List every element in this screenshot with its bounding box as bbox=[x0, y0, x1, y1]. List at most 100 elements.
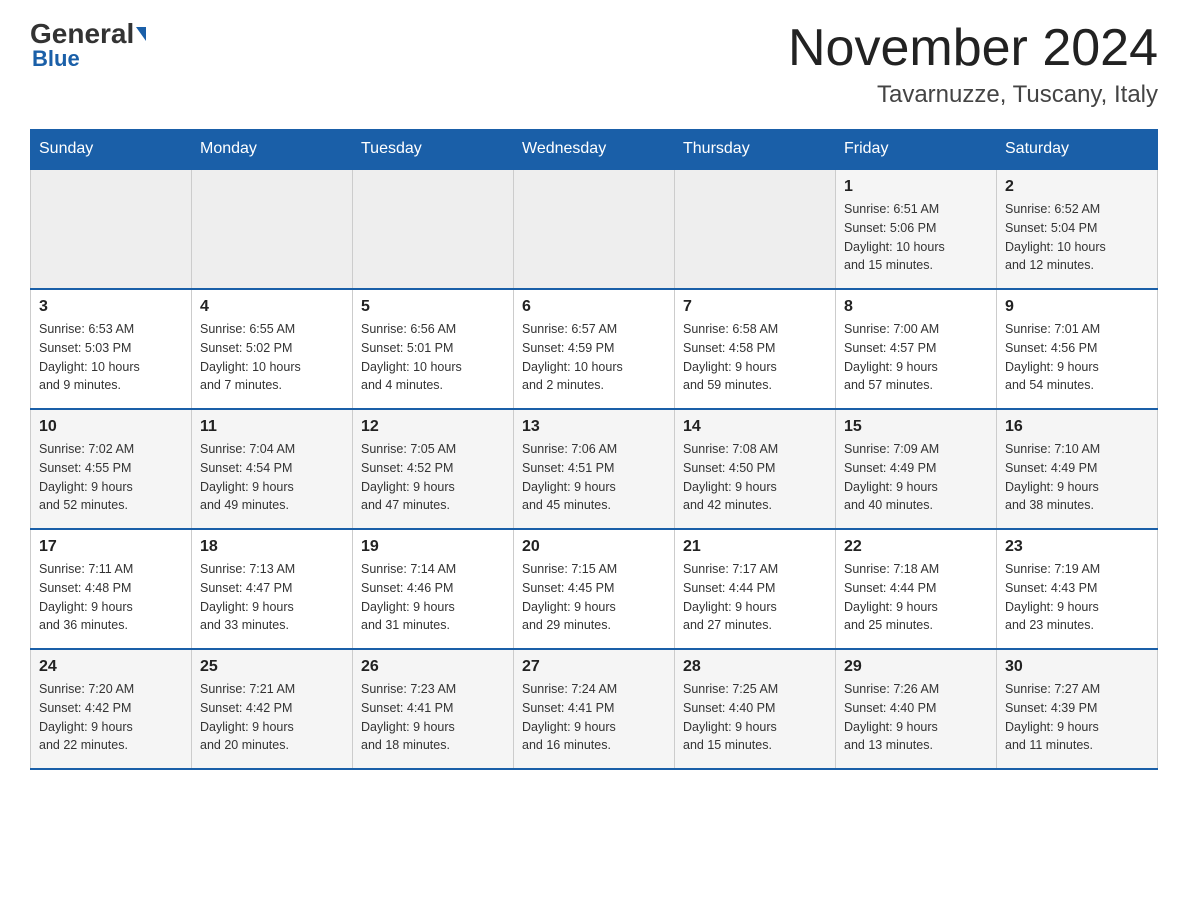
day-info: Sunrise: 7:02 AM Sunset: 4:55 PM Dayligh… bbox=[39, 440, 183, 515]
col-wednesday: Wednesday bbox=[514, 130, 675, 170]
day-number: 26 bbox=[361, 658, 505, 676]
day-info: Sunrise: 7:10 AM Sunset: 4:49 PM Dayligh… bbox=[1005, 440, 1149, 515]
day-info: Sunrise: 6:57 AM Sunset: 4:59 PM Dayligh… bbox=[522, 320, 666, 395]
day-info: Sunrise: 6:53 AM Sunset: 5:03 PM Dayligh… bbox=[39, 320, 183, 395]
calendar-cell: 25 Sunrise: 7:21 AM Sunset: 4:42 PM Dayli… bbox=[192, 649, 353, 769]
day-info: Sunrise: 7:19 AM Sunset: 4:43 PM Dayligh… bbox=[1005, 560, 1149, 635]
day-number: 1 bbox=[844, 178, 988, 196]
day-number: 12 bbox=[361, 418, 505, 436]
calendar-title: November 2024 bbox=[788, 20, 1158, 77]
calendar-week-row: 10 Sunrise: 7:02 AM Sunset: 4:55 PM Dayli… bbox=[31, 409, 1158, 529]
day-info: Sunrise: 7:26 AM Sunset: 4:40 PM Dayligh… bbox=[844, 680, 988, 755]
col-saturday: Saturday bbox=[997, 130, 1158, 170]
page-header: General Blue November 2024 Tavarnuzze, T… bbox=[30, 20, 1158, 109]
col-tuesday: Tuesday bbox=[353, 130, 514, 170]
day-number: 10 bbox=[39, 418, 183, 436]
col-thursday: Thursday bbox=[675, 130, 836, 170]
day-number: 17 bbox=[39, 538, 183, 556]
calendar-table: Sunday Monday Tuesday Wednesday Thursday… bbox=[30, 129, 1158, 770]
day-info: Sunrise: 7:04 AM Sunset: 4:54 PM Dayligh… bbox=[200, 440, 344, 515]
day-number: 8 bbox=[844, 298, 988, 316]
day-info: Sunrise: 7:11 AM Sunset: 4:48 PM Dayligh… bbox=[39, 560, 183, 635]
day-info: Sunrise: 6:56 AM Sunset: 5:01 PM Dayligh… bbox=[361, 320, 505, 395]
day-number: 16 bbox=[1005, 418, 1149, 436]
day-number: 19 bbox=[361, 538, 505, 556]
day-info: Sunrise: 6:58 AM Sunset: 4:58 PM Dayligh… bbox=[683, 320, 827, 395]
calendar-cell: 3Sunrise: 6:53 AM Sunset: 5:03 PM Daylig… bbox=[31, 289, 192, 409]
day-number: 21 bbox=[683, 538, 827, 556]
day-info: Sunrise: 7:09 AM Sunset: 4:49 PM Dayligh… bbox=[844, 440, 988, 515]
day-number: 29 bbox=[844, 658, 988, 676]
calendar-cell: 18 Sunrise: 7:13 AM Sunset: 4:47 PM Dayli… bbox=[192, 529, 353, 649]
calendar-cell: 4 Sunrise: 6:55 AM Sunset: 5:02 PM Daylig… bbox=[192, 289, 353, 409]
calendar-cell: 2 Sunrise: 6:52 AM Sunset: 5:04 PM Daylig… bbox=[997, 169, 1158, 289]
calendar-cell: 7 Sunrise: 6:58 AM Sunset: 4:58 PM Daylig… bbox=[675, 289, 836, 409]
day-info: Sunrise: 6:52 AM Sunset: 5:04 PM Dayligh… bbox=[1005, 200, 1149, 275]
day-number: 30 bbox=[1005, 658, 1149, 676]
calendar-cell: 24 Sunrise: 7:20 AM Sunset: 4:42 PM Dayli… bbox=[31, 649, 192, 769]
day-number: 2 bbox=[1005, 178, 1149, 196]
calendar-cell: 19Sunrise: 7:14 AM Sunset: 4:46 PM Dayli… bbox=[353, 529, 514, 649]
calendar-cell: 29 Sunrise: 7:26 AM Sunset: 4:40 PM Dayli… bbox=[836, 649, 997, 769]
calendar-cell: 30 Sunrise: 7:27 AM Sunset: 4:39 PM Dayli… bbox=[997, 649, 1158, 769]
calendar-cell: 12 Sunrise: 7:05 AM Sunset: 4:52 PM Dayli… bbox=[353, 409, 514, 529]
day-info: Sunrise: 7:05 AM Sunset: 4:52 PM Dayligh… bbox=[361, 440, 505, 515]
calendar-cell bbox=[353, 169, 514, 289]
calendar-subtitle: Tavarnuzze, Tuscany, Italy bbox=[788, 81, 1158, 109]
day-info: Sunrise: 7:25 AM Sunset: 4:40 PM Dayligh… bbox=[683, 680, 827, 755]
day-number: 7 bbox=[683, 298, 827, 316]
day-info: Sunrise: 7:13 AM Sunset: 4:47 PM Dayligh… bbox=[200, 560, 344, 635]
day-number: 24 bbox=[39, 658, 183, 676]
day-number: 13 bbox=[522, 418, 666, 436]
day-info: Sunrise: 7:24 AM Sunset: 4:41 PM Dayligh… bbox=[522, 680, 666, 755]
title-section: November 2024 Tavarnuzze, Tuscany, Italy bbox=[788, 20, 1158, 109]
calendar-cell: 5Sunrise: 6:56 AM Sunset: 5:01 PM Daylig… bbox=[353, 289, 514, 409]
calendar-cell: 10 Sunrise: 7:02 AM Sunset: 4:55 PM Dayli… bbox=[31, 409, 192, 529]
calendar-week-row: 24 Sunrise: 7:20 AM Sunset: 4:42 PM Dayli… bbox=[31, 649, 1158, 769]
day-info: Sunrise: 7:20 AM Sunset: 4:42 PM Dayligh… bbox=[39, 680, 183, 755]
calendar-cell: 17 Sunrise: 7:11 AM Sunset: 4:48 PM Dayli… bbox=[31, 529, 192, 649]
day-number: 6 bbox=[522, 298, 666, 316]
day-number: 22 bbox=[844, 538, 988, 556]
day-info: Sunrise: 7:00 AM Sunset: 4:57 PM Dayligh… bbox=[844, 320, 988, 395]
day-info: Sunrise: 6:51 AM Sunset: 5:06 PM Dayligh… bbox=[844, 200, 988, 275]
calendar-cell: 16 Sunrise: 7:10 AM Sunset: 4:49 PM Dayli… bbox=[997, 409, 1158, 529]
day-info: Sunrise: 6:55 AM Sunset: 5:02 PM Dayligh… bbox=[200, 320, 344, 395]
logo-general: General bbox=[30, 20, 146, 48]
calendar-header-row: Sunday Monday Tuesday Wednesday Thursday… bbox=[31, 130, 1158, 170]
calendar-cell bbox=[514, 169, 675, 289]
day-number: 15 bbox=[844, 418, 988, 436]
day-info: Sunrise: 7:08 AM Sunset: 4:50 PM Dayligh… bbox=[683, 440, 827, 515]
day-number: 9 bbox=[1005, 298, 1149, 316]
calendar-week-row: 3Sunrise: 6:53 AM Sunset: 5:03 PM Daylig… bbox=[31, 289, 1158, 409]
calendar-cell: 23Sunrise: 7:19 AM Sunset: 4:43 PM Dayli… bbox=[997, 529, 1158, 649]
day-number: 4 bbox=[200, 298, 344, 316]
day-number: 28 bbox=[683, 658, 827, 676]
calendar-week-row: 1 Sunrise: 6:51 AM Sunset: 5:06 PM Daylig… bbox=[31, 169, 1158, 289]
day-info: Sunrise: 7:06 AM Sunset: 4:51 PM Dayligh… bbox=[522, 440, 666, 515]
logo-arrow-icon bbox=[134, 20, 146, 48]
calendar-cell: 11 Sunrise: 7:04 AM Sunset: 4:54 PM Dayli… bbox=[192, 409, 353, 529]
day-info: Sunrise: 7:23 AM Sunset: 4:41 PM Dayligh… bbox=[361, 680, 505, 755]
day-info: Sunrise: 7:17 AM Sunset: 4:44 PM Dayligh… bbox=[683, 560, 827, 635]
calendar-cell: 20Sunrise: 7:15 AM Sunset: 4:45 PM Dayli… bbox=[514, 529, 675, 649]
day-number: 11 bbox=[200, 418, 344, 436]
col-sunday: Sunday bbox=[31, 130, 192, 170]
calendar-cell: 14 Sunrise: 7:08 AM Sunset: 4:50 PM Dayli… bbox=[675, 409, 836, 529]
calendar-cell bbox=[675, 169, 836, 289]
day-info: Sunrise: 7:27 AM Sunset: 4:39 PM Dayligh… bbox=[1005, 680, 1149, 755]
calendar-cell: 9Sunrise: 7:01 AM Sunset: 4:56 PM Daylig… bbox=[997, 289, 1158, 409]
calendar-cell bbox=[192, 169, 353, 289]
day-info: Sunrise: 7:21 AM Sunset: 4:42 PM Dayligh… bbox=[200, 680, 344, 755]
day-number: 25 bbox=[200, 658, 344, 676]
calendar-cell: 26 Sunrise: 7:23 AM Sunset: 4:41 PM Dayli… bbox=[353, 649, 514, 769]
calendar-cell: 6 Sunrise: 6:57 AM Sunset: 4:59 PM Daylig… bbox=[514, 289, 675, 409]
calendar-cell: 22 Sunrise: 7:18 AM Sunset: 4:44 PM Dayli… bbox=[836, 529, 997, 649]
calendar-cell: 28 Sunrise: 7:25 AM Sunset: 4:40 PM Dayli… bbox=[675, 649, 836, 769]
day-number: 18 bbox=[200, 538, 344, 556]
col-friday: Friday bbox=[836, 130, 997, 170]
day-number: 14 bbox=[683, 418, 827, 436]
day-info: Sunrise: 7:18 AM Sunset: 4:44 PM Dayligh… bbox=[844, 560, 988, 635]
calendar-cell: 8 Sunrise: 7:00 AM Sunset: 4:57 PM Daylig… bbox=[836, 289, 997, 409]
calendar-cell bbox=[31, 169, 192, 289]
